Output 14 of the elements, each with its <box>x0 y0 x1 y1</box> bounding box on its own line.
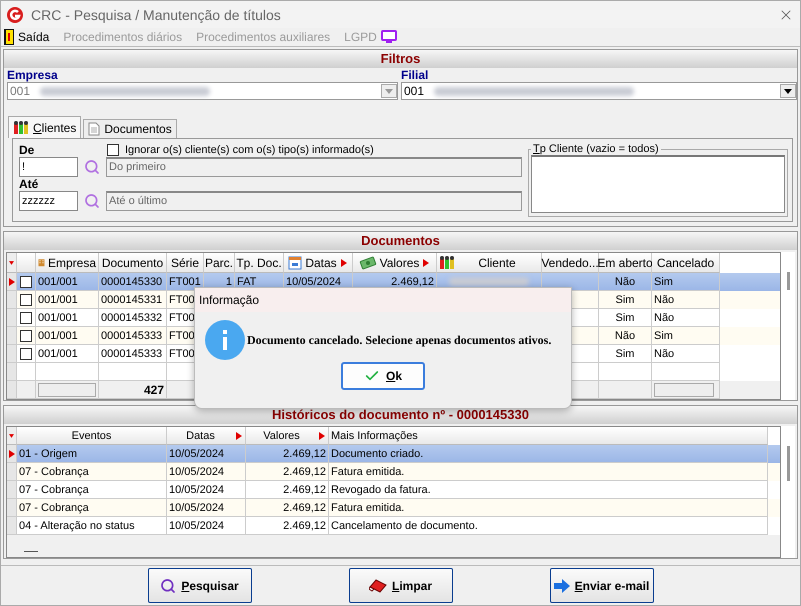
group-label: Tp Cliente (vazio = todos) <box>532 143 660 155</box>
window-title: CRC - Pesquisa / Manutenção de títulos <box>31 6 282 22</box>
total-count: 427 <box>99 381 167 399</box>
description-field: Do primeiro <box>106 157 522 177</box>
section-header: Filtros <box>4 50 797 68</box>
dialog-message: Documento cancelado. Selecione apenas documentos ativos. <box>247 332 552 348</box>
field-label: De <box>19 143 36 157</box>
description-field: Até o último <box>106 191 522 211</box>
section-header: Documentos <box>4 232 797 250</box>
section-header: Históricos do documento nº - 0000145330 <box>4 406 797 424</box>
checkbox-label: Ignorar o(s) cliente(s) com o(s) tipo(s) informado(s) <box>125 144 374 156</box>
field-label: Até <box>19 177 40 191</box>
field-label: Empresa <box>7 68 59 82</box>
field-label: Filial <box>401 68 430 82</box>
